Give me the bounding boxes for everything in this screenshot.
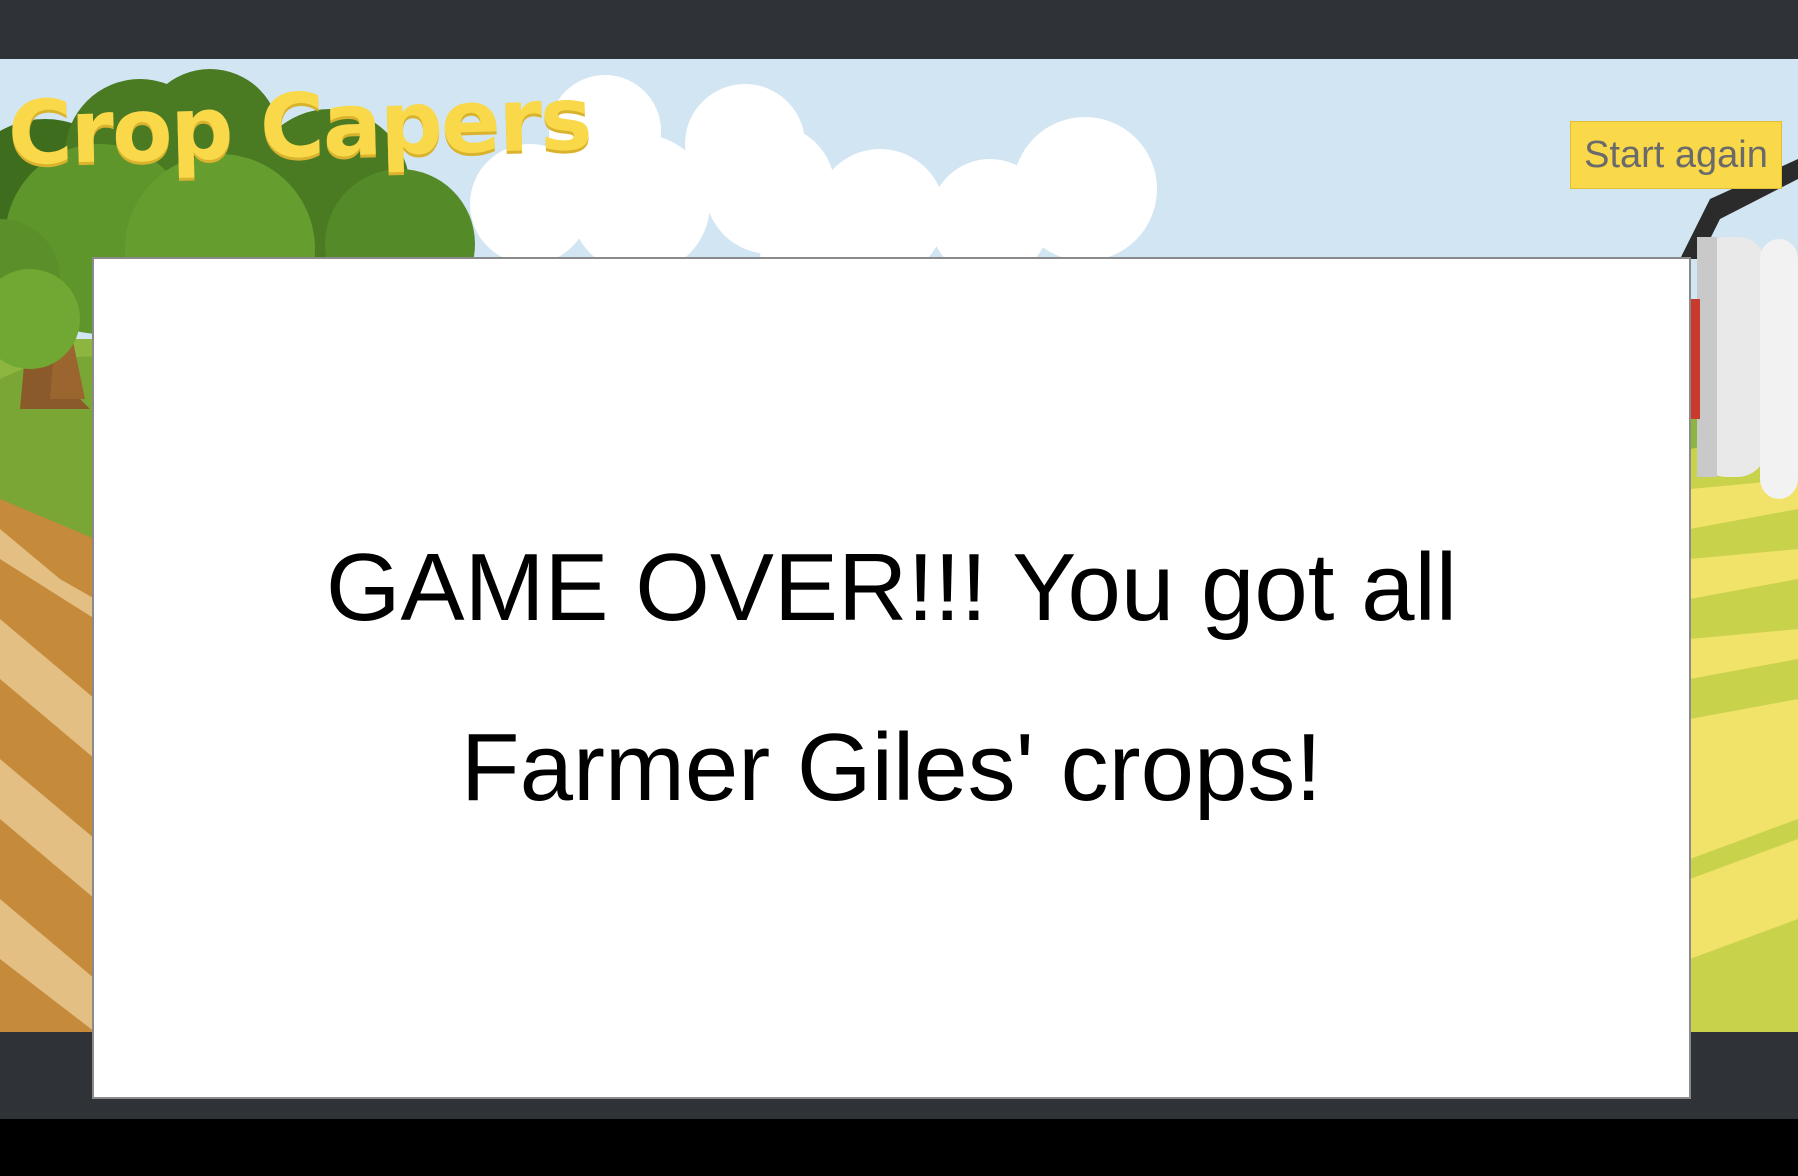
game-over-message: GAME OVER!!! You got all Farmer Giles' c… [325,534,1458,821]
start-again-button[interactable]: Start again [1570,121,1782,189]
game-over-modal: GAME OVER!!! You got all Farmer Giles' c… [92,257,1691,1099]
bottom-strip [0,1119,1798,1176]
game-title: Crop Capers [6,66,592,185]
top-bar [0,0,1798,59]
